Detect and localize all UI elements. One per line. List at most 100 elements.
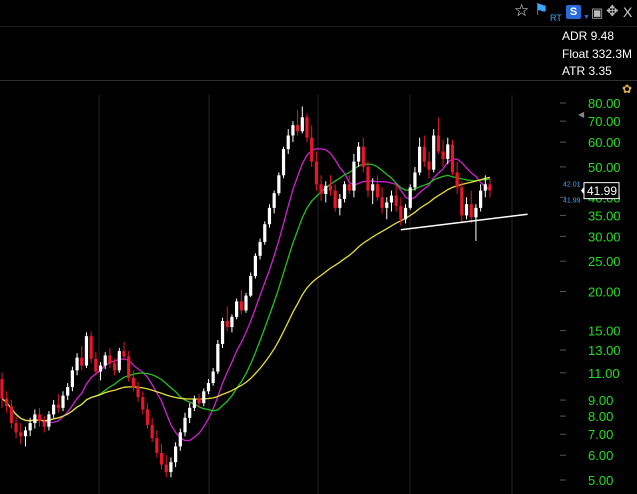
candle-body — [413, 172, 417, 188]
price-tick-label: 60.00 — [588, 135, 621, 150]
candle-body — [66, 387, 70, 396]
palette-icon: ✿ — [622, 82, 632, 96]
candle-body — [263, 224, 267, 242]
candle-body — [145, 409, 150, 425]
realtime-label[interactable]: RT — [550, 10, 562, 26]
candle-body — [366, 166, 370, 191]
trendline — [400, 213, 528, 231]
candle-body — [427, 161, 431, 170]
save-icon[interactable]: ▣ — [591, 5, 603, 21]
candle-body — [216, 343, 220, 372]
candle-body — [225, 320, 229, 328]
candle-body — [47, 414, 51, 427]
candle-body — [464, 204, 469, 216]
candle-body — [56, 404, 60, 408]
candle-body — [235, 301, 239, 317]
candle-body — [286, 135, 290, 150]
candle-body — [98, 365, 103, 372]
candle-body — [342, 184, 347, 199]
candle-body — [310, 137, 314, 162]
candle-body — [61, 395, 65, 408]
candle-body — [319, 184, 323, 194]
price-tick-label: 13.00 — [588, 343, 621, 358]
price-tick-label: 25.00 — [588, 254, 621, 269]
price-tick-label: 6.00 — [588, 448, 613, 463]
candle-body — [389, 195, 394, 203]
candle-body — [432, 135, 436, 170]
candle-body — [253, 255, 257, 277]
candle-body — [300, 117, 304, 132]
candle-body — [291, 125, 295, 136]
panel-divider — [0, 80, 637, 81]
candle-body — [0, 379, 4, 399]
candle-body — [230, 316, 234, 328]
last-price-pointer — [581, 186, 584, 195]
adr-stat: ADR 9.48 — [562, 29, 615, 43]
candle-body — [150, 424, 154, 439]
float-stat: Float 332.3M — [562, 46, 633, 61]
candle-body — [408, 187, 412, 208]
price-marker-low: 41.99 — [563, 198, 581, 205]
candle-body — [488, 184, 492, 191]
candle-body — [305, 117, 309, 138]
candle-body — [450, 144, 455, 173]
candle-body — [42, 421, 46, 427]
candle-body — [436, 135, 440, 152]
candle-body — [422, 146, 426, 162]
candle-body — [361, 146, 365, 167]
move-icon[interactable]: ✥ — [606, 4, 619, 20]
candle-body — [178, 432, 182, 447]
price-tick-label: 20.00 — [588, 285, 621, 300]
price-tick-label: 8.00 — [588, 409, 613, 424]
close-icon[interactable]: X — [623, 4, 632, 20]
candle-body — [164, 464, 168, 473]
star-icon[interactable]: ☆ — [514, 2, 529, 19]
candle-body — [188, 407, 192, 418]
candle-body — [108, 355, 112, 364]
candle-body — [159, 452, 164, 465]
price-marker-high: 42.01 — [563, 182, 581, 189]
study-icon[interactable]: S — [566, 5, 581, 19]
candle-body — [469, 204, 473, 218]
candle-body — [202, 391, 206, 404]
candle-body — [94, 358, 98, 372]
price-tick-label: 7.00 — [588, 427, 613, 442]
candle-body — [131, 377, 135, 388]
candle-body — [324, 185, 328, 194]
candle-body — [281, 149, 286, 176]
candle-body — [220, 320, 225, 344]
candle-body — [23, 430, 28, 437]
price-chart[interactable]: 80.0070.0060.0050.0040.0035.0030.0025.00… — [0, 0, 637, 494]
candle-body — [446, 144, 450, 159]
candle-body — [75, 357, 79, 371]
candle-body — [197, 398, 201, 404]
candle-body — [483, 184, 487, 191]
candle-body — [474, 207, 478, 218]
price-tick-label: 70.00 — [588, 114, 621, 129]
candle-body — [371, 184, 375, 191]
candle-body — [399, 206, 403, 220]
candle-body — [141, 397, 145, 410]
price-tick-label: 15.00 — [588, 324, 621, 339]
candle-body — [136, 387, 140, 398]
candle-body — [84, 336, 89, 366]
atr-stat: ATR 3.35 — [562, 64, 612, 78]
candle-body — [328, 185, 333, 191]
candle-body — [169, 462, 173, 473]
candle-body — [206, 383, 211, 392]
candle-body — [103, 355, 107, 366]
candle-body — [403, 207, 408, 220]
candle-body — [314, 161, 318, 185]
candle-body — [122, 351, 126, 357]
candle-body — [211, 371, 215, 384]
candle-body — [333, 190, 337, 208]
candle-body — [267, 207, 272, 225]
chevron-down-icon[interactable]: ▼ — [583, 10, 590, 26]
candle-body — [357, 146, 361, 162]
candle-body — [296, 125, 300, 132]
price-tick-label: 30.00 — [588, 229, 621, 244]
candle-body — [89, 336, 93, 359]
candle-body — [37, 414, 42, 422]
flag-icon[interactable]: ⚑ — [534, 3, 548, 19]
candle-body — [338, 198, 342, 208]
